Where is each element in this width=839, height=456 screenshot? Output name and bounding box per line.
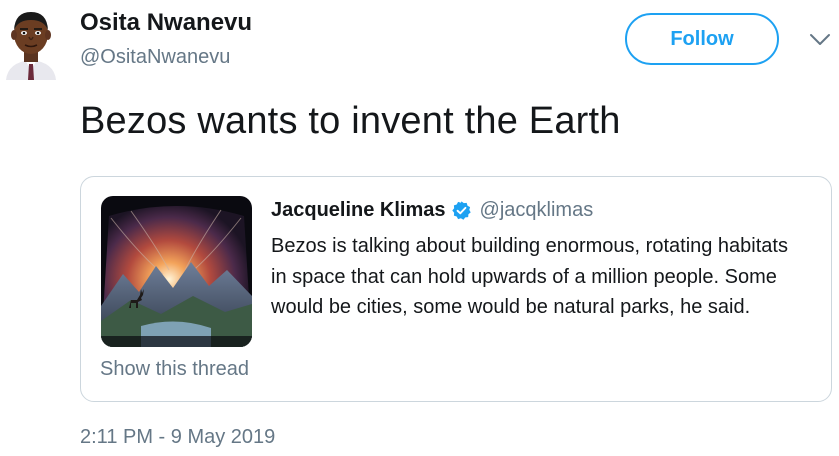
quoted-tweet-card[interactable]: Jacqueline Klimas @jacqklimas Bezos is t… xyxy=(80,176,832,402)
avatar-illustration xyxy=(6,12,56,80)
space-habitat-image xyxy=(101,196,252,347)
follow-button[interactable]: Follow xyxy=(625,13,779,65)
verified-badge-icon xyxy=(451,200,472,221)
quoted-author-handle[interactable]: @jacqklimas xyxy=(480,199,594,222)
more-options-button[interactable] xyxy=(808,30,832,50)
show-thread-link[interactable]: Show this thread xyxy=(100,358,249,381)
quoted-tweet-text: Bezos is talking about building enormous… xyxy=(271,235,788,318)
quoted-tweet-header: Jacqueline Klimas @jacqklimas xyxy=(271,199,593,222)
author-avatar[interactable] xyxy=(0,4,62,80)
tweet-timestamp[interactable]: 2:11 PM - 9 May 2019 xyxy=(80,426,275,449)
chevron-down-icon xyxy=(810,34,830,45)
author-name[interactable]: Osita Nwanevu xyxy=(80,9,252,37)
author-handle[interactable]: @OsitaNwanevu xyxy=(80,46,230,69)
quoted-tweet-media[interactable] xyxy=(101,196,252,347)
quoted-author-name[interactable]: Jacqueline Klimas xyxy=(271,199,446,222)
tweet-text: Bezos wants to invent the Earth xyxy=(80,100,621,142)
